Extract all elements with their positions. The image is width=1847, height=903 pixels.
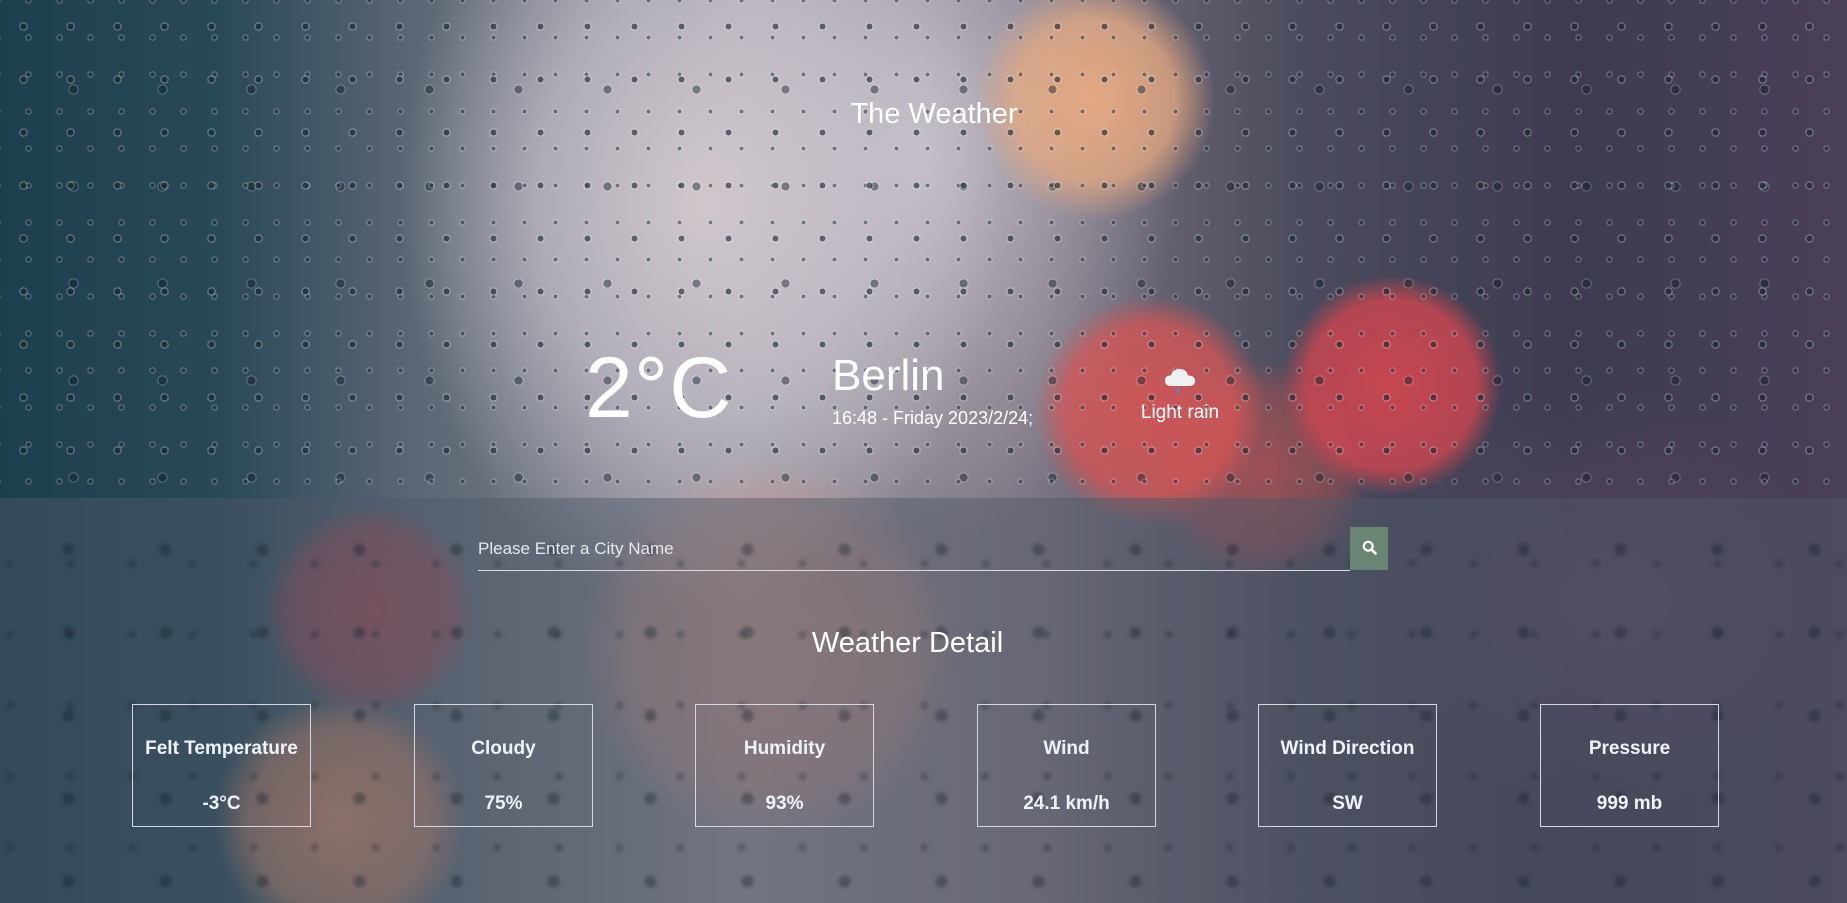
detail-card-value: 75% (484, 793, 523, 814)
detail-card-felt-temperature: Felt Temperature -3°C (132, 704, 311, 827)
detail-card-pressure: Pressure 999 mb (1540, 704, 1719, 827)
city-search-input[interactable] (478, 527, 1350, 571)
detail-card-value: 999 mb (1596, 793, 1663, 814)
detail-card-label: Felt Temperature (145, 738, 298, 759)
detail-card-wind: Wind 24.1 km/h (977, 704, 1156, 827)
weather-condition: Light rain (1120, 366, 1240, 424)
city-name: Berlin (832, 351, 945, 400)
detail-card-label: Wind Direction (1280, 738, 1415, 759)
weather-detail-title: Weather Detail (811, 627, 1004, 659)
detail-card-label: Wind (1043, 738, 1090, 759)
detail-card-cloudy: Cloudy 75% (414, 704, 593, 827)
current-temperature: 2°C (585, 340, 733, 436)
detail-card-label: Pressure (1588, 738, 1671, 759)
detail-card-value: -3°C (202, 793, 241, 814)
city-search (478, 527, 1388, 571)
search-button[interactable] (1350, 527, 1388, 570)
detail-card-value: 93% (765, 793, 804, 814)
detail-card-humidity: Humidity 93% (695, 704, 874, 827)
app-title: The Weather (850, 98, 1018, 130)
condition-label: Light rain (1140, 402, 1220, 423)
detail-card-label: Humidity (743, 738, 826, 759)
detail-card-value: SW (1332, 793, 1363, 814)
search-icon (1362, 540, 1377, 558)
detail-card-value: 24.1 km/h (1023, 793, 1110, 814)
detail-card-wind-direction: Wind Direction SW (1258, 704, 1437, 827)
cloud-rain-icon (1163, 366, 1197, 394)
current-datetime: 16:48 - Friday 2023/2/24; (832, 408, 1034, 428)
detail-card-label: Cloudy (471, 738, 536, 759)
